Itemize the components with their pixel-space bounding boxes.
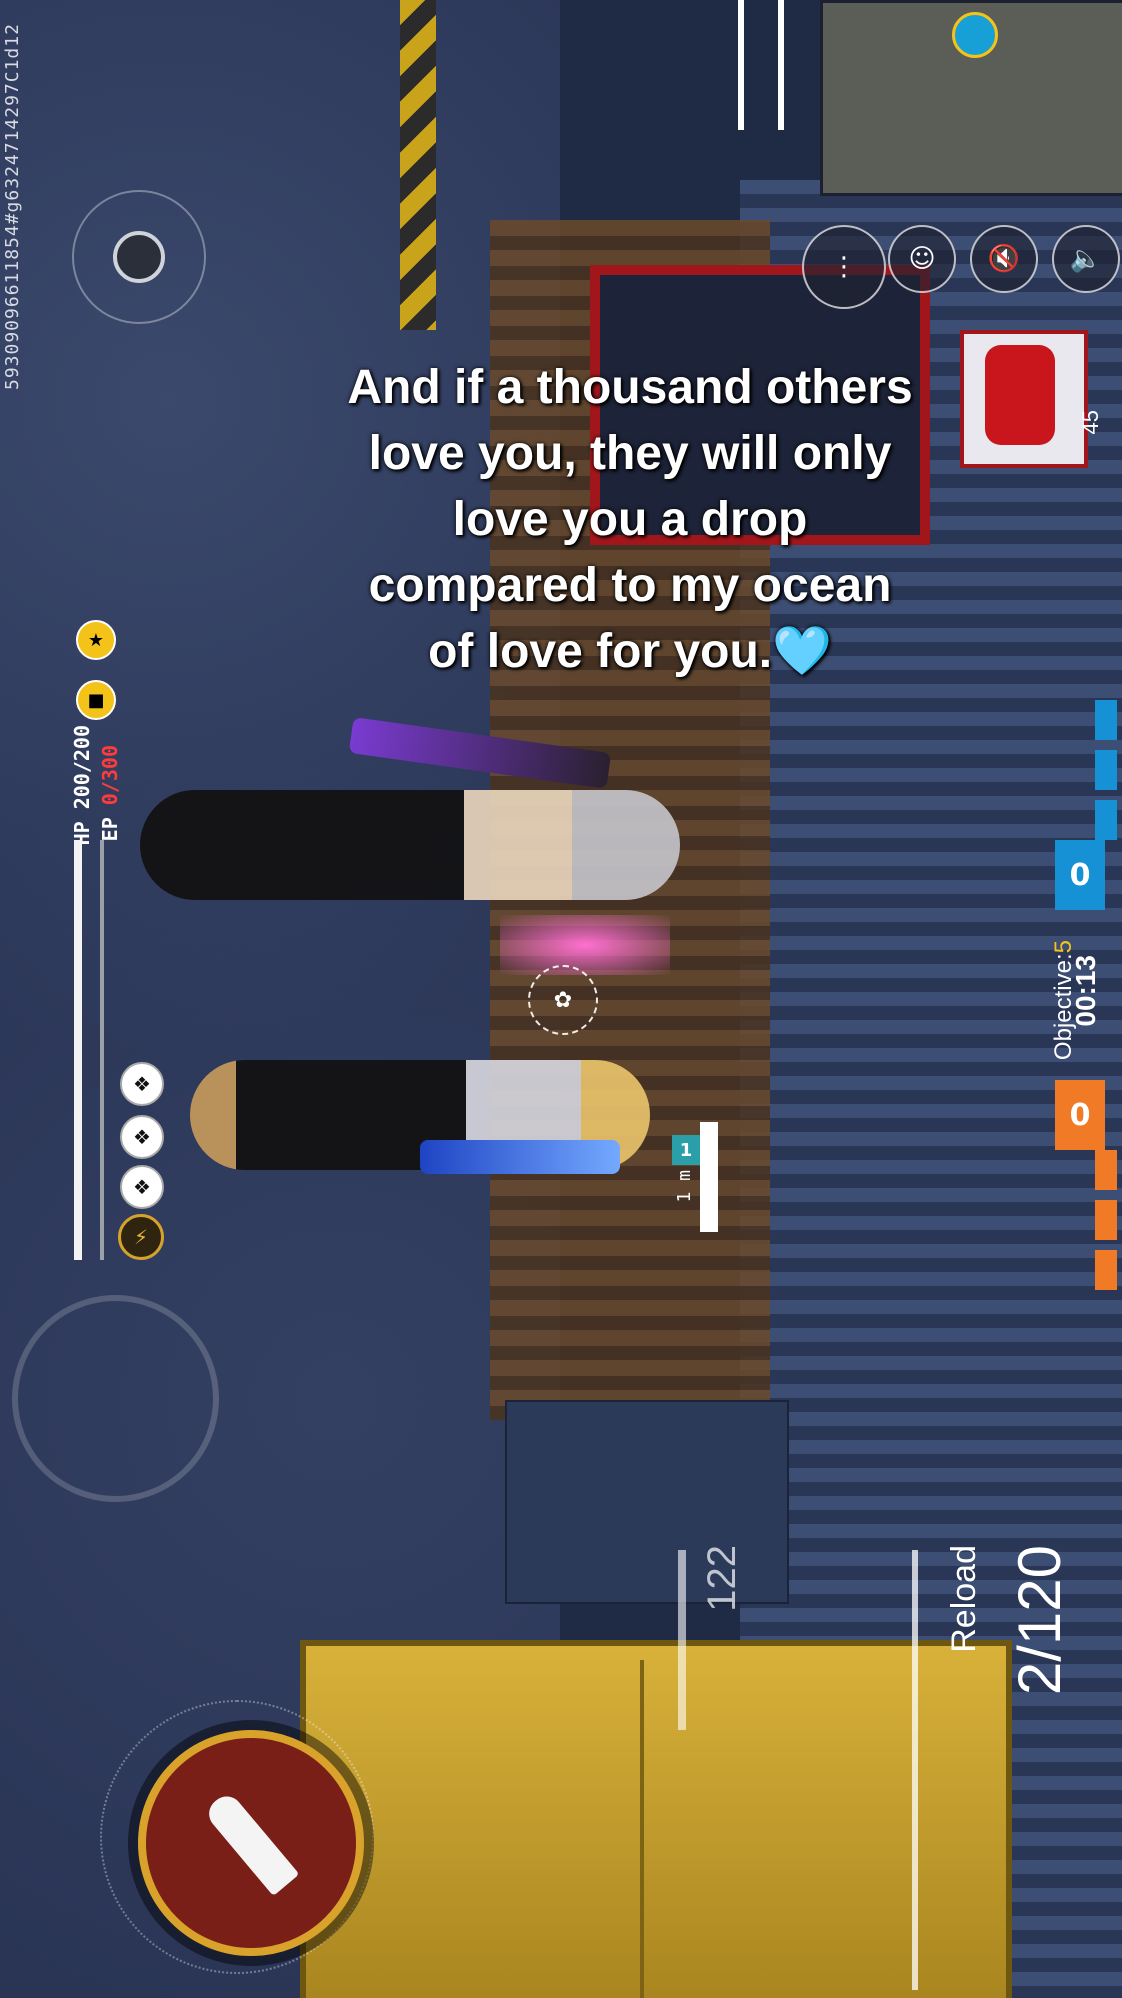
speaker-icon[interactable]: 🔈 [1052, 225, 1120, 293]
emote-icon[interactable]: ⋮ [802, 225, 886, 309]
secondary-weapon-bar [678, 1550, 686, 1730]
fire-bullet-icon [202, 1789, 300, 1897]
secondary-joystick-ring[interactable] [12, 1295, 219, 1502]
ammo-counter: 2/120 [1006, 1545, 1073, 1696]
mic-muted-icon[interactable]: 🔇 [970, 225, 1038, 293]
yellow-crate-divider [640, 1660, 1004, 1998]
caption-line-4: compared to my ocean [368, 559, 892, 612]
orange-team-strip [1095, 1150, 1117, 1300]
teammate-health-bar [700, 1122, 718, 1232]
teammate-distance: 1 m [674, 1170, 695, 1203]
objective-value: 5 [1050, 940, 1077, 954]
skill-slot-1-icon[interactable]: ❖ [120, 1062, 164, 1106]
joystick-knob[interactable] [113, 231, 165, 283]
ep-label: EP 0/300 [98, 745, 122, 841]
status-buff-icon: ★ [76, 620, 116, 660]
objective-label-text: Objective: [1050, 953, 1077, 1061]
pink-glow-effect [500, 915, 670, 975]
paw-crosshair-icon: ✿ [528, 965, 598, 1035]
hp-label: HP 200/200 [70, 725, 94, 846]
skill-slot-2-icon[interactable]: ❖ [120, 1115, 164, 1159]
player-character-a [140, 790, 680, 900]
ep-bar [100, 840, 104, 1260]
hazard-stripe [400, 0, 436, 330]
orange-team-score: 0 [1055, 1080, 1105, 1150]
top-indicator-bar [738, 0, 744, 130]
device-id-text: 59309096611854#g6324714297C1d12 [2, 23, 23, 390]
ping-readout: 45 [1078, 410, 1103, 435]
skill-slot-4-icon[interactable]: ⚡ [118, 1214, 164, 1260]
chat-icon[interactable]: ☺ [888, 225, 956, 293]
top-indicator-bar [778, 0, 784, 130]
caption-line-5-text: of love for you. [428, 625, 773, 678]
status-shield-icon: ■ [76, 680, 116, 720]
objective-label: Objective:5 [1050, 940, 1078, 1060]
caption-line-1: And if a thousand others [347, 361, 913, 414]
secondary-ammo-count[interactable]: 122 [700, 1545, 745, 1612]
teammate-number-badge: 1 [672, 1135, 700, 1165]
hp-bar [74, 840, 82, 1260]
caption-line-5: of love for you.🩵 [250, 619, 1010, 685]
blue-team-score: 0 [1055, 840, 1105, 910]
player-location-icon [952, 12, 998, 58]
heart-emoji: 🩵 [772, 625, 832, 678]
blue-team-strip [1095, 700, 1117, 840]
movement-joystick-icon[interactable] [72, 190, 206, 324]
skill-slot-3-icon[interactable]: ❖ [120, 1165, 164, 1209]
ep-prefix: EP [98, 805, 122, 842]
fire-button[interactable] [138, 1730, 364, 1956]
blue-weapon [420, 1140, 620, 1174]
dark-crate [505, 1400, 789, 1604]
reload-button[interactable]: Reload [945, 1545, 984, 1653]
caption-line-3: love you a drop [452, 493, 808, 546]
caption-line-2: love you, they will only [368, 427, 892, 480]
caption-overlay: And if a thousand others love you, they … [250, 355, 1010, 685]
ammo-bar [912, 1550, 918, 1990]
ep-value: 0/300 [98, 745, 122, 806]
